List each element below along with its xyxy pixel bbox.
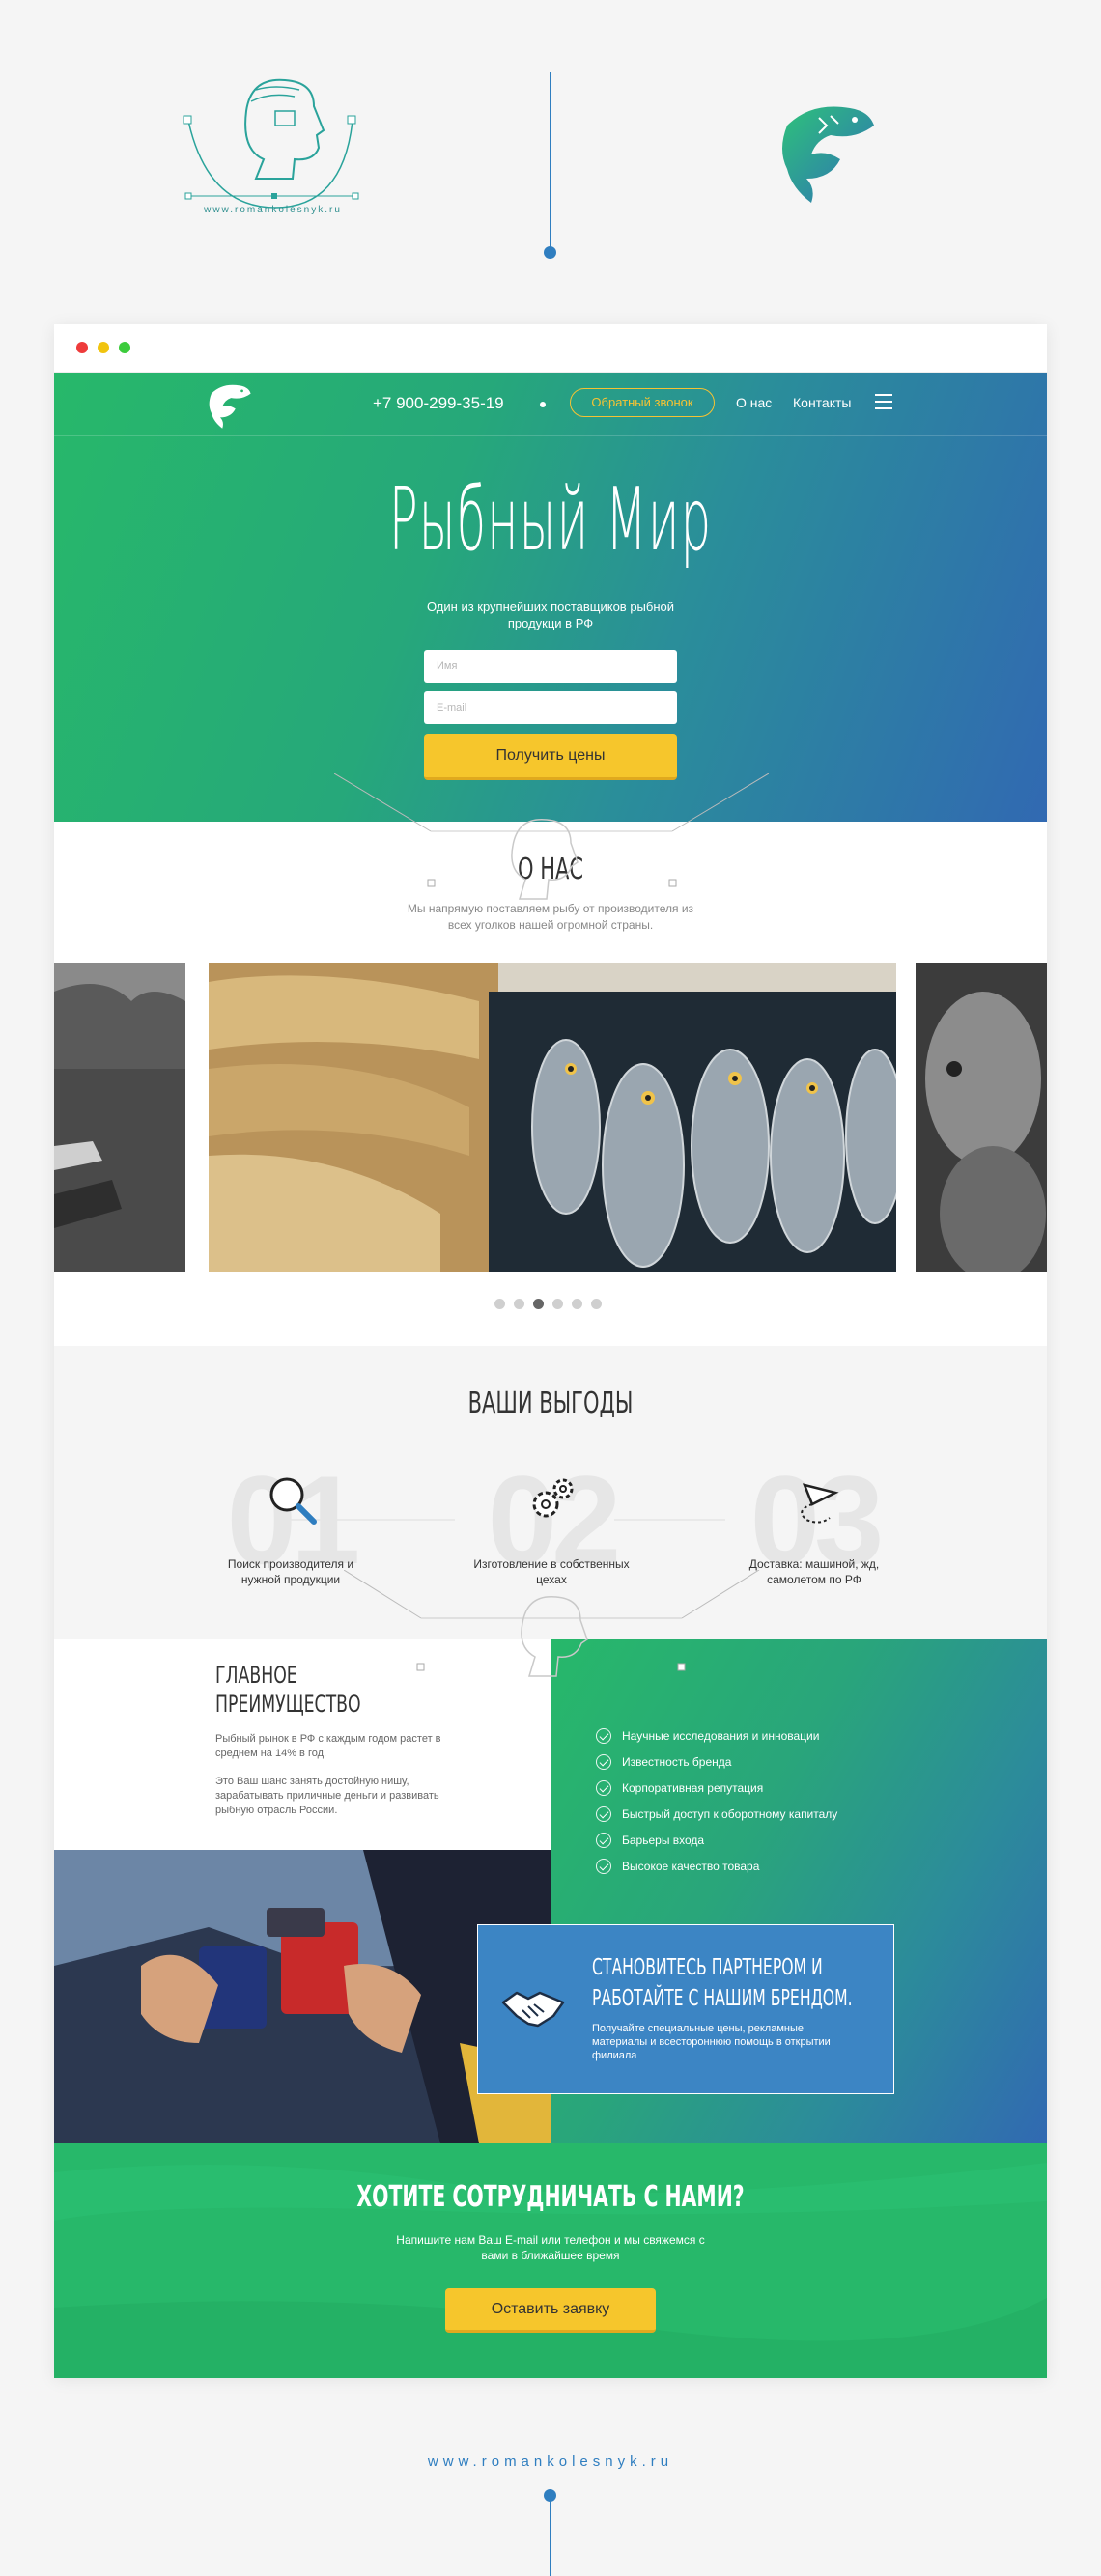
name-input[interactable] [424, 650, 677, 683]
slider-pagination [494, 1299, 610, 1310]
fish-logo-icon[interactable] [205, 380, 253, 431]
phone-number[interactable]: +7 900-299-35-19 [373, 394, 504, 413]
checklist-text: Барьеры входа [622, 1834, 705, 1847]
checklist-item: Быстрый доступ к оборотному капиталу [596, 1806, 905, 1833]
advantage-title-line2: ПРЕИМУЩЕСТВО [215, 1691, 361, 1718]
nav-contacts-link[interactable]: Контакты [793, 395, 851, 410]
benefit-card: 02 Изготовление в собственных цехах [473, 1452, 629, 1597]
connector-dot [544, 246, 556, 259]
checklist-item: Научные исследования и инновации [596, 1728, 905, 1754]
benefit-label: Доставка: машиной, жд, самолетом по РФ [748, 1557, 880, 1586]
browser-window: +7 900-299-35-19 Обратный звонок О нас К… [54, 324, 1047, 2378]
slide-photo-dried-fish[interactable] [209, 963, 896, 1272]
slider-dot[interactable] [514, 1299, 524, 1309]
hero-section: +7 900-299-35-19 Обратный звонок О нас К… [54, 373, 1047, 822]
presentation-header: www.romankolesnyk.ru [0, 0, 1101, 290]
slider-dot[interactable] [591, 1299, 602, 1309]
nav-about-link[interactable]: О нас [736, 395, 772, 410]
benefit-label: Поиск производителя и нужной продукции [227, 1557, 354, 1586]
gears-icon [532, 1478, 574, 1518]
checklist-text: Быстрый доступ к оборотному капиталу [622, 1807, 838, 1821]
partner-title-line1: СТАНОВИТЕСЬ ПАРТНЕРОМ И [592, 1955, 823, 1980]
checklist-item: Барьеры входа [596, 1833, 905, 1859]
check-circle-icon [596, 1806, 611, 1822]
connector-line-bottom [550, 2501, 551, 2576]
cta-title: ХОТИТЕ СОТРУДНИЧАТЬ С НАМИ? [356, 2180, 745, 2214]
checklist-text: Научные исследования и инновации [622, 1729, 820, 1743]
about-text: Мы напрямую поставляем рыбу от производи… [407, 902, 694, 932]
slider-dot[interactable] [494, 1299, 505, 1309]
partner-banner[interactable]: СТАНОВИТЕСЬ ПАРТНЕРОМ И РАБОТАЙТЕ С НАШИ… [477, 1924, 894, 2094]
check-circle-icon [596, 1859, 611, 1874]
get-prices-button[interactable]: Получить цены [424, 734, 677, 780]
advantage-title: ГЛАВНОЕ ПРЕИМУЩЕСТВО [215, 1661, 389, 1719]
hero-title: Рыбный Мир [388, 469, 713, 571]
email-input[interactable] [424, 691, 677, 724]
advantage-paragraph-1: Рыбный рынок в РФ с каждым годом растет … [215, 1733, 441, 1759]
checklist-item: Известность бренда [596, 1754, 905, 1780]
hamburger-menu-icon[interactable] [875, 394, 892, 409]
hero-subtitle: Один из крупнейших поставщиков рыбной пр… [426, 600, 675, 630]
benefit-card: 03 Доставка: машиной, жд, самолетом по Р… [742, 1452, 887, 1597]
slider-dot[interactable] [572, 1299, 582, 1309]
connector-line [550, 72, 551, 251]
partner-title-line2: РАБОТАЙТЕ С НАШИМ БРЕНДОМ. [592, 1986, 853, 2011]
advantage-title-line1: ГЛАВНОЕ [215, 1662, 297, 1689]
checklist-text: Высокое качество товара [622, 1860, 760, 1873]
callback-button[interactable]: Обратный звонок [570, 388, 715, 417]
benefit-card: 01 Поиск производителя и нужной продукци… [218, 1452, 363, 1597]
author-url: www.romankolesnyk.ru [204, 205, 342, 215]
partner-text: Получайте специальные цены, рекламные ма… [592, 2023, 831, 2061]
advantage-paragraph-2: Это Ваш шанс занять достойную нишу, зара… [215, 1776, 439, 1816]
minimize-window-dot[interactable] [98, 342, 109, 353]
about-section: О НАС Мы напрямую поставляем рыбу от про… [54, 822, 1047, 1348]
close-window-dot[interactable] [76, 342, 88, 353]
checklist-text: Известность бренда [622, 1755, 732, 1769]
partner-title: СТАНОВИТЕСЬ ПАРТНЕРОМ И РАБОТАЙТЕ С НАШИ… [592, 1952, 855, 2014]
benefit-label: Изготовление в собственных цехах [473, 1557, 630, 1586]
slider-dot[interactable] [552, 1299, 563, 1309]
author-portrait-logo [183, 78, 359, 209]
about-title: О НАС [517, 853, 584, 886]
check-circle-icon [596, 1780, 611, 1796]
advantage-checklist: Научные исследования и инновации Известн… [596, 1728, 905, 1885]
browser-titlebar [54, 324, 1047, 373]
checklist-item: Корпоративная репутация [596, 1780, 905, 1806]
checklist-text: Корпоративная репутация [622, 1781, 764, 1795]
benefits-section: ВАШИ ВЫГОДЫ 01 Поиск производителя и нуж… [54, 1346, 1047, 1639]
fish-logo [782, 106, 874, 203]
handshake-icon [501, 1991, 565, 2028]
check-circle-icon [596, 1754, 611, 1770]
footer-author-url[interactable]: www.romankolesnyk.ru [0, 2453, 1101, 2470]
magnifier-icon [269, 1477, 317, 1525]
slide-photo-boats[interactable] [54, 963, 185, 1272]
slide-photo-fish-bw[interactable] [916, 963, 1047, 1272]
cta-section: ХОТИТЕ СОТРУДНИЧАТЬ С НАМИ? Напишите нам… [54, 2143, 1047, 2378]
top-navigation: +7 900-299-35-19 Обратный звонок О нас К… [54, 373, 1047, 436]
cta-text: Напишите нам Ваш E-mail или телефон и мы… [396, 2233, 705, 2262]
check-circle-icon [596, 1833, 611, 1848]
paper-plane-icon [801, 1483, 839, 1524]
advantage-section: ГЛАВНОЕ ПРЕИМУЩЕСТВО Рыбный рынок в РФ с… [54, 1639, 1047, 2143]
submit-request-button[interactable]: Оставить заявку [445, 2288, 656, 2333]
maximize-window-dot[interactable] [119, 342, 130, 353]
check-circle-icon [596, 1728, 611, 1744]
slider-dot-active[interactable] [533, 1299, 544, 1309]
nav-separator-dot [540, 402, 546, 407]
checklist-item: Высокое качество товара [596, 1859, 905, 1885]
